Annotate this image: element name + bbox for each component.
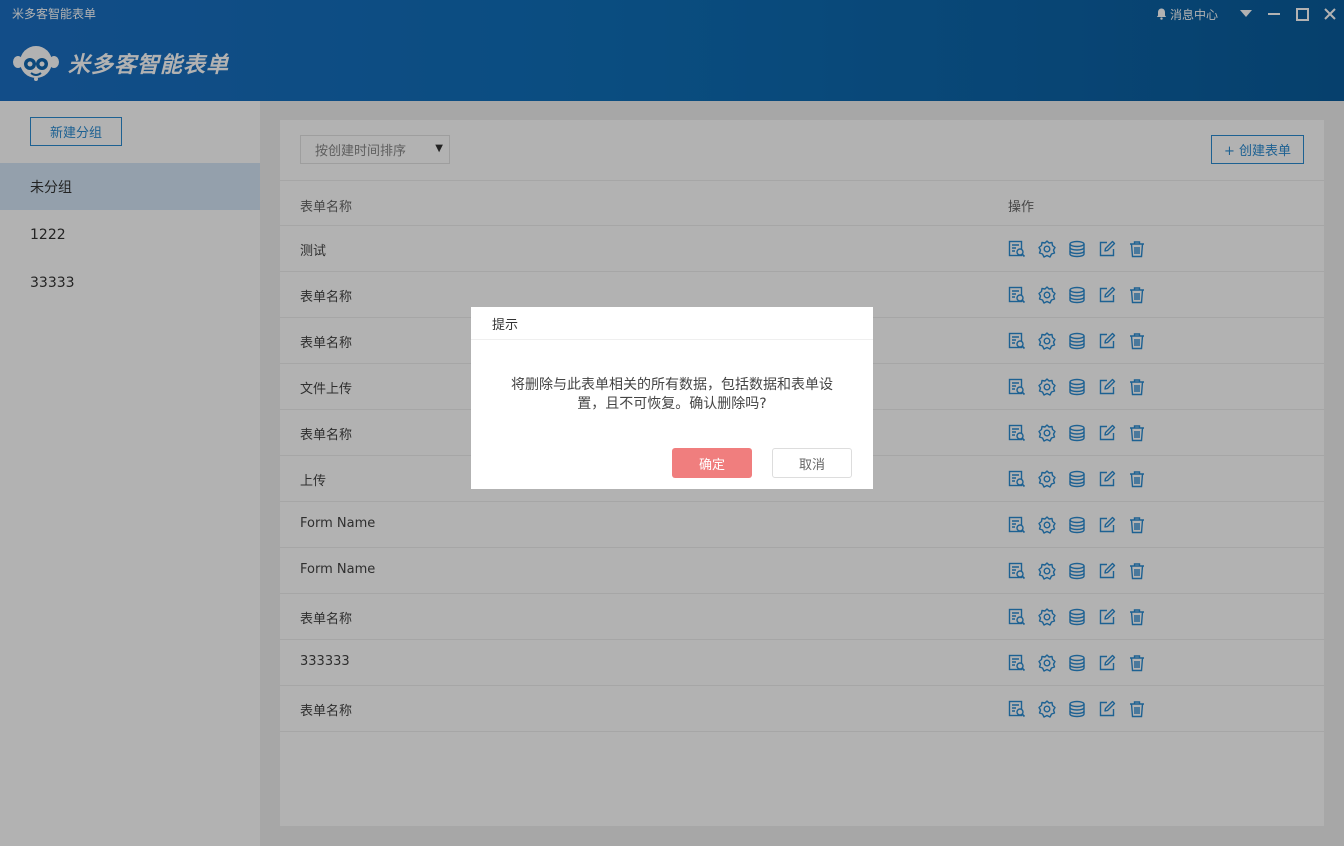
confirm-delete-dialog: 提示 将删除与此表单相关的所有数据，包括数据和表单设置，且不可恢复。确认删除吗?… [471, 307, 873, 489]
confirm-button[interactable]: 确定 [672, 448, 752, 478]
dialog-message: 将删除与此表单相关的所有数据，包括数据和表单设置，且不可恢复。确认删除吗? [511, 377, 833, 412]
dialog-title: 提示 [471, 307, 873, 340]
cancel-button[interactable]: 取消 [772, 448, 852, 478]
